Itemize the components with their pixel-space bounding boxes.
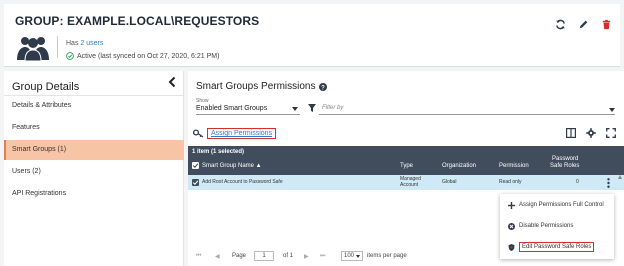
smart-groups-permissions-panel: Smart Groups Permissions ? Show Enabled … — [188, 71, 624, 266]
menu-item-assign-full-control[interactable]: Assign Permissions Full Control — [500, 197, 614, 213]
show-label: Show — [196, 98, 209, 104]
select-all-checkbox[interactable] — [192, 162, 199, 169]
page-count: of 1 — [283, 253, 294, 259]
row-checkbox[interactable] — [192, 179, 199, 186]
menu-item-edit-password-safe-roles[interactable]: Edit Password Safe Roles — [500, 239, 614, 255]
columns-icon[interactable] — [566, 128, 576, 138]
collapse-left-icon[interactable] — [167, 76, 177, 88]
shield-icon — [508, 243, 515, 251]
filter-icon[interactable] — [308, 104, 316, 112]
items-per-page-label: items per page — [367, 253, 407, 259]
row-smart-group-name: Add Root Account to Password Safe — [202, 179, 283, 185]
kebab-menu-icon[interactable] — [607, 178, 610, 188]
column-header-roles-line1[interactable]: Password — [552, 156, 578, 163]
column-header-organization[interactable]: Organization — [442, 163, 476, 170]
first-page-button[interactable]: ⏮ — [196, 253, 201, 260]
row-permission: Read only — [499, 179, 522, 185]
caret-down-icon — [609, 108, 615, 112]
menu-item-label: Disable Permissions — [519, 223, 574, 229]
key-icon — [193, 129, 204, 138]
delete-icon[interactable] — [601, 19, 612, 30]
selection-count: 1 item (1 selected) — [192, 149, 245, 155]
sidebar-item-api-registrations[interactable]: API Registrations — [4, 184, 184, 204]
menu-item-label: Edit Password Safe Roles — [519, 242, 595, 252]
users-link[interactable]: 2 users — [80, 40, 103, 47]
edit-icon[interactable] — [578, 19, 589, 30]
last-page-button[interactable]: ⏭ — [320, 253, 325, 260]
show-select-value: Enabled Smart Groups — [196, 105, 268, 112]
prev-page-button[interactable]: ◀ — [215, 253, 220, 260]
users-summary: Has 2 users — [66, 40, 103, 47]
group-avatar-icon — [17, 37, 49, 62]
help-icon[interactable]: ? — [319, 82, 328, 91]
sidebar-item-features[interactable]: Features — [4, 118, 184, 138]
panel-title: Group Details — [12, 81, 80, 93]
show-select[interactable]: Enabled Smart Groups — [196, 105, 300, 115]
grid-header: 1 item (1 selected) Smart Group Name ▲ T… — [188, 146, 624, 175]
table-row[interactable]: Add Root Account to Password Safe Manage… — [188, 175, 624, 190]
row-password-safe-roles: 0 — [576, 179, 579, 185]
grid-toolbar — [566, 128, 616, 138]
assign-permissions-button[interactable]: Assign Permissions — [193, 127, 277, 140]
next-page-button[interactable]: ▶ — [304, 253, 309, 260]
ban-icon — [508, 222, 515, 230]
sidebar-item-smart-groups[interactable]: Smart Groups (1) — [4, 140, 184, 160]
items-per-page-select[interactable]: 100 — [341, 251, 363, 261]
caret-down-icon — [356, 255, 360, 258]
assign-permissions-label: Assign Permissions — [207, 128, 277, 139]
column-header-type[interactable]: Type — [400, 163, 413, 170]
group-details-panel: Group Details Details & Attributes Featu… — [4, 71, 184, 266]
row-organization: Global — [442, 179, 457, 185]
refresh-icon[interactable] — [555, 19, 566, 30]
page-label: Page — [232, 253, 247, 259]
page-title: GROUP: EXAMPLE.LOCAL\REQUESTORS — [15, 14, 260, 28]
expand-icon[interactable] — [606, 128, 616, 138]
row-type-line2: Account — [400, 182, 419, 188]
caret-down-icon — [292, 107, 298, 111]
filter-placeholder: Filter by — [322, 105, 344, 111]
plus-icon — [508, 201, 515, 209]
main-title-text: Smart Groups Permissions — [196, 81, 316, 92]
header-actions — [555, 19, 612, 30]
svg-text:?: ? — [322, 85, 326, 91]
filter-input[interactable]: Filter by — [319, 105, 615, 115]
check-circle-icon — [66, 52, 74, 60]
sidebar-item-users[interactable]: Users (2) — [4, 162, 184, 182]
main-title: Smart Groups Permissions ? — [196, 81, 328, 92]
sidebar-item-details-attributes[interactable]: Details & Attributes — [4, 96, 184, 116]
column-header-permission[interactable]: Permission — [499, 163, 529, 170]
avatar-divider — [57, 36, 58, 58]
status-text: Active (last synced on Oct 27, 2020, 6:2… — [77, 52, 220, 60]
column-header-roles-line2[interactable]: Safe Roles — [550, 163, 579, 170]
menu-item-label: Assign Permissions Full Control — [519, 202, 604, 208]
group-header: GROUP: EXAMPLE.LOCAL\REQUESTORS Has 2 us… — [4, 4, 620, 67]
row-actions-menu: Assign Permissions Full Control Disable … — [500, 194, 614, 259]
has-prefix: Has — [66, 40, 79, 47]
menu-item-disable-permissions[interactable]: Disable Permissions — [500, 218, 614, 234]
app-frame: GROUP: EXAMPLE.LOCAL\REQUESTORS Has 2 us… — [0, 0, 624, 266]
page-number-input[interactable]: 1 — [254, 251, 274, 261]
checkmark-icon — [192, 180, 199, 185]
column-header-name[interactable]: Smart Group Name ▲ — [202, 163, 262, 170]
checkmark-icon — [192, 163, 199, 168]
scroll-up-arrow-icon[interactable] — [618, 175, 622, 179]
pagination-bar: ⏮ ◀ Page 1 of 1 ▶ ⏭ 100 items per page — [188, 249, 498, 266]
gear-icon[interactable] — [586, 128, 596, 138]
items-per-page-value: 100 — [344, 253, 355, 259]
status-line: Active (last synced on Oct 27, 2020, 6:2… — [66, 52, 219, 60]
